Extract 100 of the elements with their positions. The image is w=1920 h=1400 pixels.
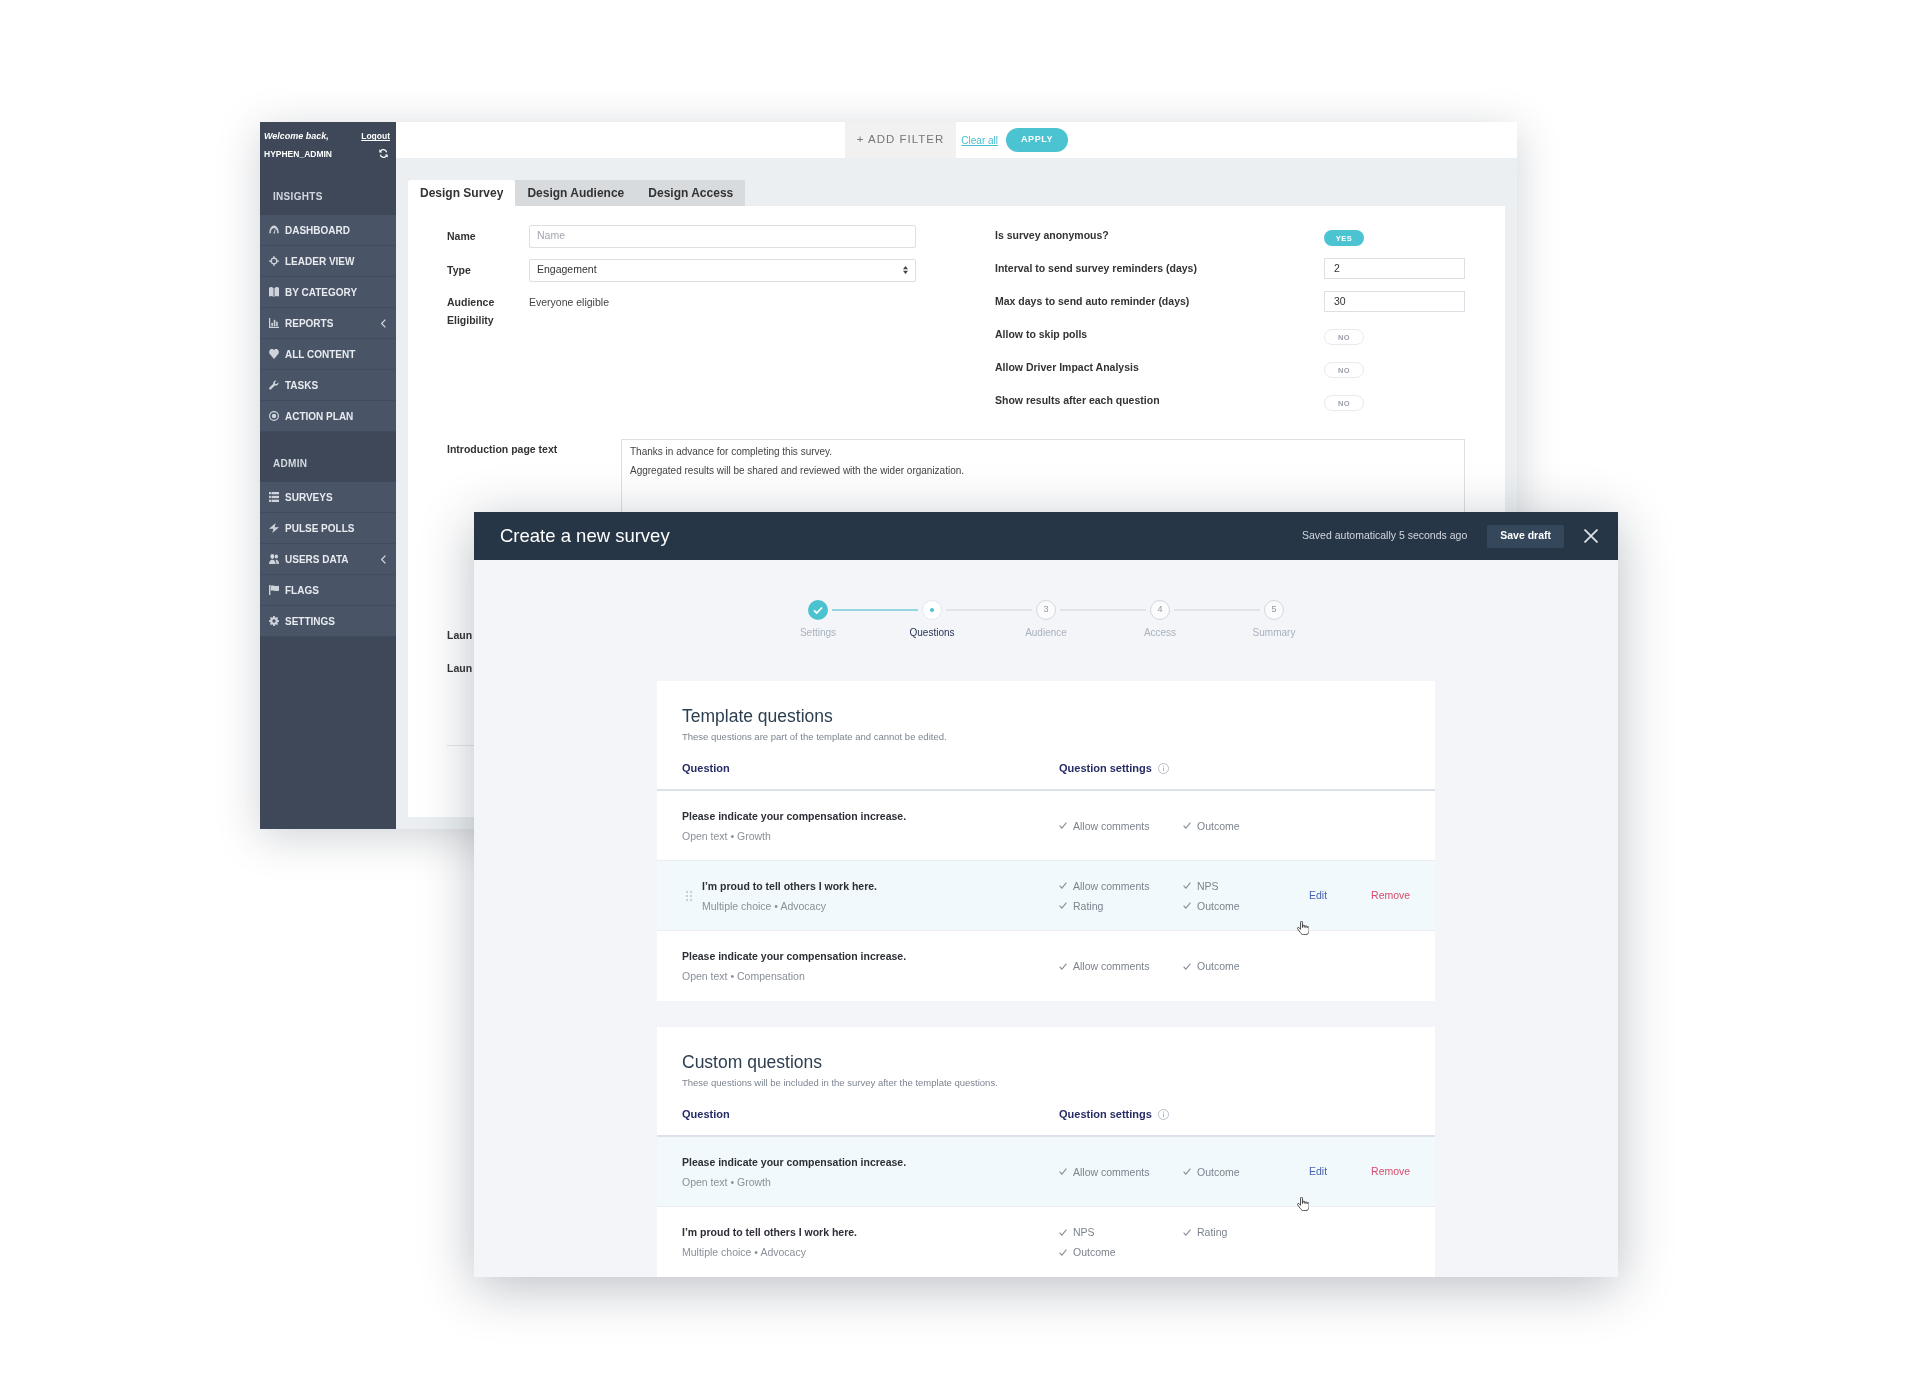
gauge-icon: [269, 225, 279, 235]
setting-label: Allow to skip polls: [995, 326, 1089, 342]
refresh-icon: [379, 149, 388, 159]
setting-label: Rating: [1073, 898, 1104, 914]
section-heading: INSIGHTS: [273, 190, 323, 204]
check-icon: [1183, 902, 1191, 909]
hand-pointer-icon: [1297, 921, 1309, 935]
select-field[interactable]: Engagement: [529, 258, 916, 282]
edit-link[interactable]: Edit: [1309, 887, 1328, 904]
list-icon: [269, 492, 279, 502]
wrench-icon: [269, 380, 279, 390]
setting-label: Outcome: [1197, 818, 1240, 834]
number-field[interactable]: 30: [1324, 291, 1465, 312]
remove-link[interactable]: Remove: [1371, 1163, 1411, 1180]
username: HYPHEN_ADMIN: [264, 147, 332, 161]
setting-label: Allow comments: [1073, 818, 1150, 834]
welcome-text: Welcome back,: [264, 130, 329, 143]
book-icon: [269, 287, 279, 297]
check-icon: [1183, 962, 1191, 970]
number-field[interactable]: 2: [1324, 258, 1465, 279]
sidebar-item[interactable]: SURVEYS: [260, 482, 396, 513]
field-label: Introduction page text: [447, 442, 559, 457]
question-text: I’m proud to tell others I work here.: [702, 878, 878, 894]
close-icon: [1584, 529, 1598, 543]
question-text: Please indicate your compensation increase.: [682, 1154, 907, 1170]
save-status: Saved automatically 5 seconds ago: [1302, 528, 1468, 544]
sidebar-item[interactable]: TASKS: [260, 370, 396, 401]
check-icon: [1059, 1168, 1067, 1175]
tab[interactable]: Design Audience: [515, 180, 637, 206]
remove-link[interactable]: Remove: [1371, 887, 1411, 904]
question-text: Please indicate your compensation increase.: [682, 808, 907, 824]
setting-label: Outcome: [1197, 898, 1240, 914]
question-meta: Open text • Growth: [682, 828, 772, 844]
check-icon: [1183, 1168, 1191, 1175]
setting-label: NPS: [1197, 878, 1219, 894]
field-label: Audience Eligibility: [447, 295, 496, 328]
sidebar-item[interactable]: REPORTS: [260, 308, 396, 339]
sidebar-item[interactable]: FLAGS: [260, 575, 396, 606]
section-title: Custom questions: [682, 1051, 824, 1073]
add-filter-button[interactable]: + ADD FILTER: [844, 122, 957, 158]
sidebar-item[interactable]: SETTINGS: [260, 606, 396, 637]
sidebar-item[interactable]: PULSE POLLS: [260, 513, 396, 544]
question-meta: Multiple choice • Advocacy: [702, 898, 827, 914]
check-icon: [1183, 1228, 1191, 1236]
sidebar-item[interactable]: DASHBOARD: [260, 215, 396, 246]
setting-label: Allow Driver Impact Analysis: [995, 359, 1140, 375]
logout-link[interactable]: Logout: [361, 130, 390, 144]
step-label[interactable]: Questions: [875, 626, 989, 640]
section-heading: ADMIN: [273, 457, 308, 471]
question-row[interactable]: Please indicate your compensation increase. Open text • Compensation Allow comments Outcome: [657, 931, 1435, 1001]
hand-pointer-icon: [1297, 1197, 1309, 1211]
check-icon: [1059, 902, 1067, 909]
check-icon: [1059, 882, 1067, 889]
setting-label: Allow comments: [1073, 959, 1150, 974]
section-title: Template questions: [682, 705, 834, 727]
bar-chart-icon: [269, 318, 279, 328]
field-label: Laun: [447, 628, 473, 643]
sidebar-item[interactable]: ACTION PLAN: [260, 401, 396, 432]
sidebar-item[interactable]: BY CATEGORY: [260, 277, 396, 308]
column-header: Question settings: [1059, 1107, 1152, 1123]
modal-title: Create a new survey: [500, 524, 671, 549]
heart-icon: [269, 349, 279, 359]
tab[interactable]: Design Survey: [408, 180, 516, 206]
setting-label: Max days to send auto reminder (days): [995, 293, 1191, 309]
question-text: Please indicate your compensation increase.: [682, 949, 907, 964]
setting-label: Outcome: [1197, 959, 1240, 974]
setting-label: NPS: [1073, 1225, 1095, 1240]
users-icon: [269, 554, 279, 564]
setting-label: Rating: [1197, 1225, 1228, 1240]
question-meta: Open text • Compensation: [682, 969, 806, 984]
question-text: I’m proud to tell others I work here.: [682, 1225, 858, 1240]
flag-icon: [269, 585, 279, 595]
column-header: Question settings: [1059, 761, 1152, 777]
edit-link[interactable]: Edit: [1309, 1163, 1328, 1180]
save-draft-button[interactable]: Save draft: [1487, 524, 1564, 548]
check-icon: [1059, 1228, 1067, 1236]
select-arrows-icon: [903, 266, 908, 274]
setting-label: Outcome: [1073, 1245, 1116, 1260]
check-icon: [1059, 822, 1067, 829]
check-icon: [1183, 822, 1191, 829]
setting-label: Show results after each question: [995, 392, 1161, 408]
check-icon: [1183, 882, 1191, 889]
question-meta: Multiple choice • Advocacy: [682, 1245, 807, 1260]
target-icon: [269, 411, 279, 421]
sidebar-item[interactable]: USERS DATA: [260, 544, 396, 575]
column-header: Question: [682, 761, 730, 777]
setting-label: Outcome: [1197, 1164, 1240, 1180]
question-row[interactable]: I’m proud to tell others I work here. Multiple choice • Advocacy NPS Rating Outcome: [657, 1207, 1435, 1277]
setting-label: Allow comments: [1073, 1164, 1150, 1180]
setting-label: Is survey anonymous?: [995, 227, 1110, 243]
sidebar-item[interactable]: LEADER VIEW: [260, 246, 396, 277]
setting-label: Interval to send survey reminders (days): [995, 260, 1198, 276]
column-header: Question: [682, 1107, 730, 1123]
check-icon: [1059, 962, 1067, 970]
sidebar-item[interactable]: ALL CONTENT: [260, 339, 396, 370]
settings-icon: [269, 616, 279, 626]
check-icon: [1059, 1248, 1067, 1256]
close-button[interactable]: [1584, 529, 1598, 543]
bolt-icon: [269, 523, 279, 533]
tab[interactable]: Design Access: [636, 180, 746, 206]
